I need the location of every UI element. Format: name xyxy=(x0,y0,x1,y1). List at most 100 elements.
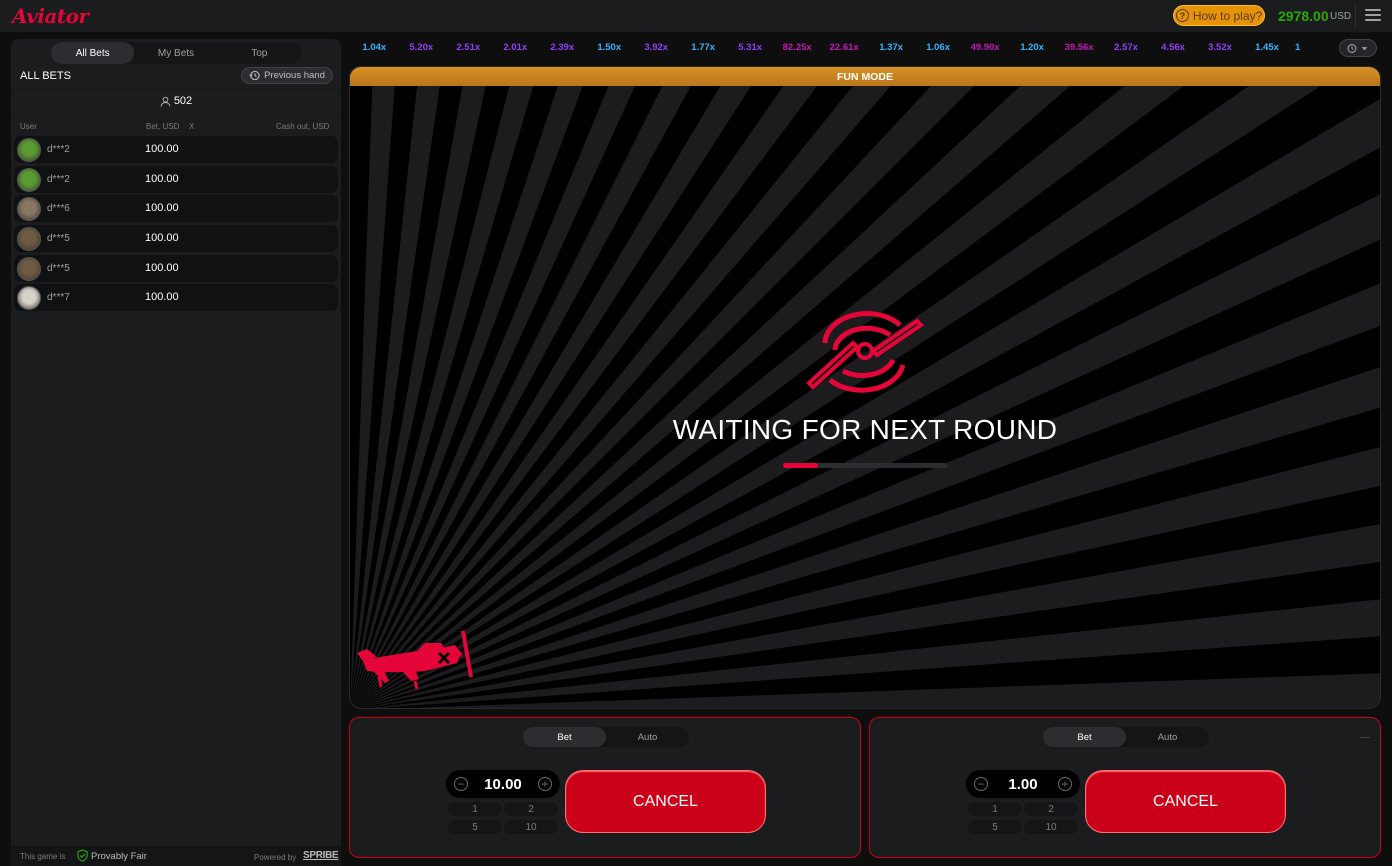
multiplier-badge[interactable]: 1 xyxy=(1292,39,1303,56)
bet-panel-1: Bet Auto − 10.00 + 1 2 5 10 CANCEL xyxy=(349,717,861,858)
multiplier-badge[interactable]: 2.57x xyxy=(1104,39,1148,56)
top-bar: Aviator ? How to play? 2978.00 USD xyxy=(0,0,1392,32)
balance-amount: 2978.00 xyxy=(1278,8,1329,24)
row-bet: 100.00 xyxy=(145,172,179,185)
row-bet: 100.00 xyxy=(145,232,179,245)
quick-amount-1[interactable]: 1 xyxy=(968,802,1022,816)
row-bet: 100.00 xyxy=(145,143,179,155)
row-user: d***7 xyxy=(47,292,70,304)
sunburst-background xyxy=(350,86,1380,708)
previous-hand-button[interactable]: Previous hand xyxy=(241,67,333,84)
table-row: d***6 100.00 xyxy=(14,195,338,223)
multiplier-badge[interactable]: 2.39x xyxy=(540,39,584,56)
provably-fair-link[interactable]: Provably Fair xyxy=(91,851,147,862)
bettor-count-value: 502 xyxy=(173,95,193,107)
table-row: d***2 100.00 xyxy=(14,136,338,163)
column-user: User xyxy=(20,122,37,131)
table-row: d***2 100.00 xyxy=(14,165,338,193)
user-icon xyxy=(160,96,171,107)
multiplier-badge[interactable]: 1.04x xyxy=(353,39,396,56)
bet-amount-input[interactable]: 1.00 xyxy=(1008,776,1037,793)
tab-auto[interactable]: Auto xyxy=(606,727,689,747)
multiplier-badge[interactable]: 82.25x xyxy=(775,39,819,56)
decrease-amount-button[interactable]: − xyxy=(974,777,988,791)
increase-amount-button[interactable]: + xyxy=(537,777,552,791)
multiplier-badge[interactable]: 1.06x xyxy=(916,39,960,56)
multiplier-badge[interactable]: 1.77x xyxy=(681,39,725,56)
column-bet: Bet, USD xyxy=(146,122,180,131)
multiplier-badge[interactable]: 3.92x xyxy=(634,39,678,56)
row-bet: 100.00 xyxy=(145,291,179,304)
divider xyxy=(11,116,341,117)
bet-amount-stepper: − 1.00 + xyxy=(966,770,1080,798)
multiplier-badge[interactable]: 1.45x xyxy=(1245,39,1289,56)
tab-all-bets[interactable]: All Bets xyxy=(51,42,135,64)
multiplier-badge[interactable]: 49.90x xyxy=(963,39,1007,56)
table-row: d***7 100.00 xyxy=(14,284,338,312)
question-icon: ? xyxy=(1175,9,1189,22)
round-history-button[interactable] xyxy=(1339,39,1377,57)
sidebar-footer: This game is Provably Fair Powered by SP… xyxy=(11,846,341,866)
multiplier-badge[interactable]: 22.61x xyxy=(822,39,866,56)
powered-by-label: Powered by xyxy=(254,853,297,862)
row-user: d***5 xyxy=(47,262,70,274)
avatar xyxy=(17,138,41,162)
aviator-logo[interactable]: Aviator xyxy=(12,4,89,28)
round-loading-bar xyxy=(783,463,948,468)
quick-amount-2[interactable]: 2 xyxy=(1024,802,1078,816)
bets-tabs: All Bets My Bets Top xyxy=(51,42,301,64)
multiplier-badge[interactable]: 5.31x xyxy=(728,39,772,56)
avatar xyxy=(17,227,41,252)
table-row: d***5 100.00 xyxy=(14,254,338,282)
multiplier-badge[interactable]: 2.51x xyxy=(446,39,490,56)
quick-amount-2[interactable]: 2 xyxy=(504,802,558,816)
bet-mode-tabs: Bet Auto xyxy=(523,727,689,747)
multiplier-badge[interactable]: 3.52x xyxy=(1198,39,1242,56)
column-x: X xyxy=(189,122,195,131)
multiplier-badge[interactable]: 1.50x xyxy=(587,39,631,56)
quick-amount-10[interactable]: 10 xyxy=(504,820,558,834)
tab-my-bets[interactable]: My Bets xyxy=(134,42,217,64)
avatar xyxy=(17,167,41,192)
multiplier-badge[interactable]: 5.20x xyxy=(399,39,443,56)
row-user: d***2 xyxy=(47,173,70,185)
remove-panel-icon[interactable]: — xyxy=(1360,732,1370,743)
multiplier-badge[interactable]: 4.56x xyxy=(1151,39,1195,56)
hamburger-menu-icon[interactable] xyxy=(1365,9,1381,21)
how-to-play-button[interactable]: ? How to play? xyxy=(1173,5,1265,26)
row-user: d***6 xyxy=(47,203,70,215)
cancel-bet-button[interactable]: CANCEL xyxy=(1085,770,1286,833)
multiplier-badge[interactable]: 1.20x xyxy=(1010,39,1054,56)
quick-amount-1[interactable]: 1 xyxy=(448,802,502,816)
history-icon xyxy=(1347,43,1357,53)
row-bet: 100.00 xyxy=(145,261,179,274)
avatar xyxy=(17,197,41,222)
row-user: d***5 xyxy=(47,233,70,245)
quick-amount-10[interactable]: 10 xyxy=(1024,820,1078,834)
multiplier-badge[interactable]: 2.01x xyxy=(493,39,537,56)
bet-amount-input[interactable]: 10.00 xyxy=(484,776,522,793)
history-icon xyxy=(249,70,260,81)
row-user: d***2 xyxy=(47,144,70,155)
column-cashout: Cash out, USD xyxy=(276,122,330,131)
multiplier-badge[interactable]: 1.37x xyxy=(869,39,913,56)
tab-top[interactable]: Top xyxy=(218,42,301,64)
shield-check-icon xyxy=(77,849,88,862)
divider xyxy=(11,89,341,90)
cancel-bet-button[interactable]: CANCEL xyxy=(565,770,766,833)
plane-icon xyxy=(357,631,473,690)
tab-auto[interactable]: Auto xyxy=(1126,727,1209,747)
quick-amount-5[interactable]: 5 xyxy=(448,820,502,834)
this-game-is-label: This game is xyxy=(20,852,66,861)
multiplier-badge[interactable]: 39.56x xyxy=(1057,39,1101,56)
increase-amount-button[interactable]: + xyxy=(1057,777,1072,791)
decrease-amount-button[interactable]: − xyxy=(454,777,468,791)
spribe-logo[interactable]: SPRIBE xyxy=(303,850,339,861)
bet-panel-2: — Bet Auto − 1.00 + 1 2 5 10 CANCEL xyxy=(869,717,1381,858)
avatar xyxy=(17,286,41,311)
table-row: d***5 100.00 xyxy=(14,225,338,253)
tab-bet[interactable]: Bet xyxy=(523,727,606,747)
all-bets-title: ALL BETS xyxy=(20,70,71,82)
quick-amount-5[interactable]: 5 xyxy=(968,820,1022,834)
tab-bet[interactable]: Bet xyxy=(1043,727,1126,747)
